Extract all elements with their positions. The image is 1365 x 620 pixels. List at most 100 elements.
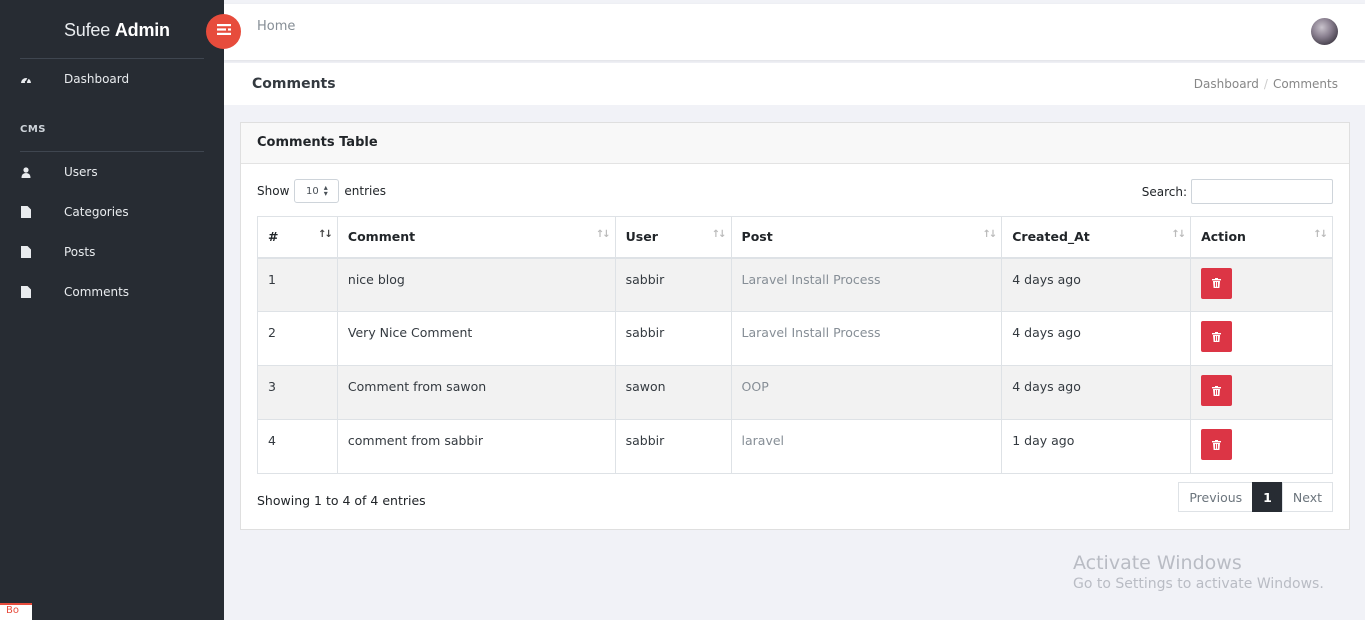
column-header-id[interactable]: # ↑↓ [257, 216, 338, 259]
column-header-created[interactable]: Created_At ↑↓ [1001, 216, 1192, 259]
sidebar-item-label: Categories [64, 205, 129, 219]
table-row: 1 nice blog sabbir Laravel Install Proce… [257, 257, 1333, 312]
cell-action [1190, 257, 1333, 312]
entries-select[interactable]: 10 ▴ ▾ [294, 179, 340, 203]
cell-id: 3 [257, 365, 338, 420]
cell-action [1190, 419, 1333, 474]
cell-user: sabbir [614, 257, 732, 312]
cell-action [1190, 365, 1333, 420]
divider [20, 58, 204, 59]
entries-length-control: Show 10 ▴ ▾ entries [257, 179, 386, 203]
table-info: Showing 1 to 4 of 4 entries [257, 493, 426, 508]
menu-toggle-button[interactable] [206, 14, 241, 49]
watermark-title: Activate Windows [1073, 552, 1242, 574]
sidebar-item-users[interactable]: Users [0, 160, 224, 184]
dashboard-icon [19, 72, 33, 86]
user-icon [19, 165, 33, 179]
menu-icon [216, 24, 231, 39]
column-header-comment[interactable]: Comment ↑↓ [336, 216, 616, 259]
trash-icon [1212, 439, 1222, 450]
delete-button[interactable] [1201, 375, 1233, 406]
sidebar-item-label: Users [64, 165, 98, 179]
pagination: Previous 1 Next [1178, 482, 1333, 512]
comments-card: Comments Table Show 10 ▴ ▾ entries Search… [240, 122, 1350, 530]
top-header [224, 4, 1365, 60]
pagination-page-1[interactable]: 1 [1252, 482, 1283, 512]
trash-icon [1212, 331, 1222, 342]
entries-label: entries [344, 184, 386, 198]
cell-comment: nice blog [336, 257, 616, 312]
pagination-previous[interactable]: Previous [1178, 482, 1254, 512]
cell-id: 1 [257, 257, 338, 312]
breadcrumb-bar: Comments Dashboard / Comments [224, 63, 1365, 105]
trash-icon [1212, 278, 1222, 288]
table-header-row: # ↑↓ Comment ↑↓ User ↑↓ Post ↑↓ Created_At ↑↓… [257, 216, 1333, 259]
sort-icon: ↑↓ [711, 229, 727, 240]
divider [20, 151, 204, 152]
sidebar-item-label: Dashboard [64, 72, 130, 86]
trash-icon [1212, 385, 1222, 396]
sidebar-item-posts[interactable]: Posts [0, 240, 224, 264]
column-header-user[interactable]: User ↑↓ [614, 216, 732, 259]
breadcrumb: Dashboard / Comments [1194, 77, 1338, 91]
show-label: Show [257, 184, 290, 198]
cell-id: 2 [257, 311, 338, 366]
cell-post: Laravel Install Process [730, 257, 1003, 312]
delete-button[interactable] [1201, 321, 1233, 352]
table-row: 4 comment from sabbir sabbir laravel 1 d… [257, 419, 1333, 474]
sort-icon: ↑↓ [982, 229, 997, 240]
cell-post: Laravel Install Process [730, 311, 1003, 366]
activate-windows-watermark: Activate Windows Go to Settings to activ… [1073, 552, 1324, 592]
cell-created: 1 day ago [1001, 419, 1192, 474]
breadcrumb-separator: / [1263, 77, 1268, 91]
sort-icon: ↑↓ [318, 229, 333, 240]
table-row: 2 Very Nice Comment sabbir Laravel Insta… [257, 311, 1333, 366]
cell-post: OOP [730, 365, 1003, 420]
sidebar-item-categories[interactable]: Categories [0, 200, 224, 224]
cell-created: 4 days ago [1001, 311, 1192, 366]
sort-icon: ↑↓ [1313, 229, 1328, 240]
cell-user: sawon [614, 365, 732, 420]
cell-user: sabbir [614, 311, 732, 366]
table-row: 3 Comment from sawon sawon OOP 4 days ag… [257, 365, 1333, 420]
cell-created: 4 days ago [1001, 365, 1192, 420]
column-header-action[interactable]: Action ↑↓ [1190, 216, 1333, 259]
file-icon [19, 205, 33, 219]
page-title: Comments [252, 76, 336, 92]
pagination-next[interactable]: Next [1281, 482, 1333, 512]
file-icon [19, 245, 33, 259]
sidebar-item-dashboard[interactable]: Dashboard [0, 67, 224, 91]
breadcrumb-dashboard[interactable]: Dashboard [1194, 77, 1259, 91]
avatar[interactable] [1311, 18, 1338, 45]
delete-button[interactable] [1201, 429, 1233, 460]
watermark-subtitle: Go to Settings to activate Windows. [1073, 576, 1324, 592]
delete-button[interactable] [1201, 267, 1233, 299]
search-input[interactable] [1191, 179, 1333, 204]
sidebar-item-label: Posts [64, 245, 96, 259]
column-header-post[interactable]: Post ↑↓ [730, 216, 1003, 259]
card-title: Comments Table [241, 123, 1349, 164]
cell-user: sabbir [614, 419, 732, 474]
sidebar: Sufee Admin Dashboard CMS Users Categori… [0, 0, 224, 620]
sort-icon: ↑↓ [595, 229, 611, 240]
file-icon [19, 285, 33, 299]
sidebar-item-comments[interactable]: Comments [0, 280, 224, 304]
sort-icon: ↑↓ [1171, 229, 1186, 240]
home-link[interactable]: Home [257, 19, 295, 34]
comments-table: # ↑↓ Comment ↑↓ User ↑↓ Post ↑↓ Created_At ↑↓… [257, 216, 1333, 474]
select-arrows-icon: ▴ ▾ [323, 183, 328, 198]
section-title-cms: CMS [20, 124, 46, 135]
sidebar-item-label: Comments [64, 285, 130, 299]
cell-comment: Comment from sawon [336, 365, 616, 420]
taskbar-badge[interactable]: Bo [0, 603, 32, 620]
cell-comment: Very Nice Comment [336, 311, 616, 366]
cell-comment: comment from sabbir [336, 419, 616, 474]
search-label: Search: [1141, 184, 1187, 199]
cell-created: 4 days ago [1001, 257, 1192, 312]
search-control: Search: [1142, 179, 1333, 204]
brand-logo[interactable]: Sufee Admin [64, 20, 170, 41]
cell-action [1190, 311, 1333, 366]
cell-id: 4 [257, 419, 338, 474]
breadcrumb-current: Comments [1272, 77, 1338, 91]
cell-post: laravel [730, 419, 1003, 474]
